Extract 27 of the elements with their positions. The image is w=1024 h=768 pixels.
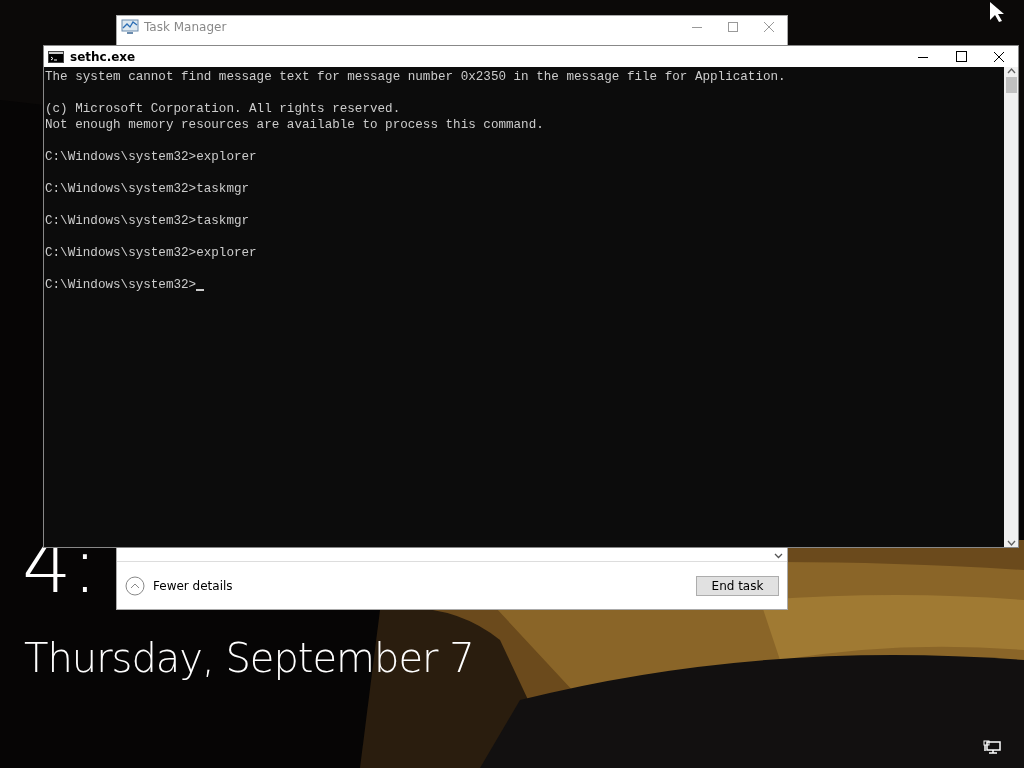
fewer-details-button[interactable]: Fewer details bbox=[125, 575, 233, 596]
scroll-down-icon[interactable] bbox=[1006, 539, 1016, 547]
chart-icon bbox=[121, 19, 139, 35]
text-cursor bbox=[196, 289, 205, 291]
maximize-icon bbox=[728, 22, 738, 32]
scroll-thumb[interactable] bbox=[1005, 77, 1017, 93]
clock-date: Thursday, September 7 bbox=[24, 636, 474, 680]
chevron-up-icon bbox=[125, 575, 145, 596]
console-line: C:\Windows\system32>explorer bbox=[45, 149, 257, 165]
console-icon bbox=[48, 50, 64, 63]
network-icon bbox=[983, 740, 1001, 754]
console-line: The system cannot find message text for message number 0x2350 in the message file for Application. bbox=[45, 69, 786, 85]
console-line: Not enough memory resources are available to process this command. bbox=[45, 117, 544, 133]
window-title: sethc.exe bbox=[70, 48, 136, 66]
scroll-up-icon[interactable] bbox=[1006, 67, 1016, 75]
end-task-button[interactable]: End task bbox=[696, 575, 779, 596]
scrollbar[interactable] bbox=[1004, 67, 1018, 547]
window-title: Task Manager bbox=[144, 19, 227, 36]
close-icon bbox=[763, 21, 775, 33]
maximize-icon bbox=[955, 51, 967, 62]
console-line: (c) Microsoft Corporation. All rights reserved. bbox=[45, 101, 401, 117]
console-line: C:\Windows\system32> bbox=[45, 277, 197, 293]
console-line: C:\Windows\system32>taskmgr bbox=[45, 181, 250, 197]
close-icon bbox=[993, 50, 1005, 63]
console-line: C:\Windows\system32>taskmgr bbox=[45, 213, 250, 229]
console-line: C:\Windows\system32>explorer bbox=[45, 245, 257, 261]
scroll-down-icon bbox=[774, 553, 783, 559]
